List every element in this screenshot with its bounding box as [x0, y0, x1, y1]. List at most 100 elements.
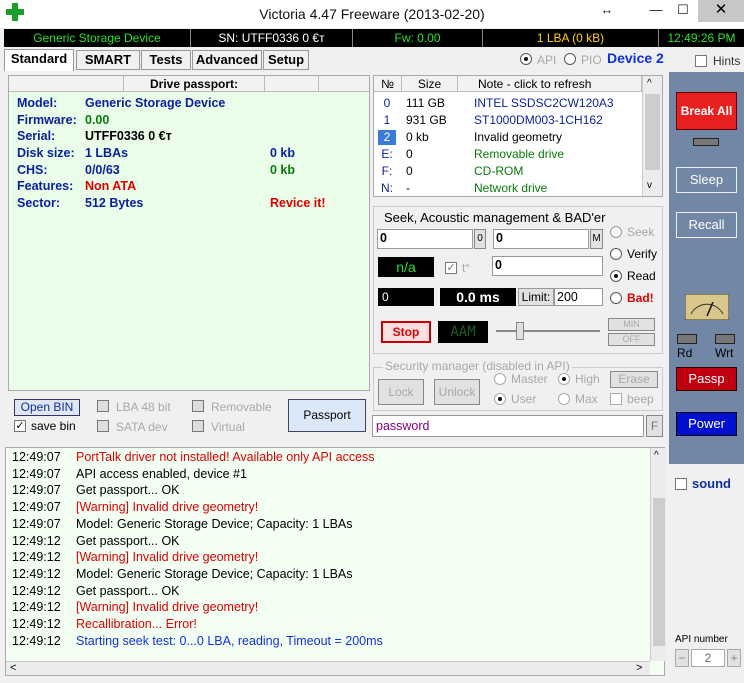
close-button[interactable]: ✕: [698, 0, 744, 22]
drive-row[interactable]: 2 0 kb Invalid geometry: [374, 129, 641, 146]
passp-button[interactable]: Passp: [676, 367, 737, 391]
lba48-checkbox[interactable]: [97, 400, 109, 412]
drive-row[interactable]: F: 0 CD-ROM: [374, 163, 641, 180]
power-button[interactable]: Power: [676, 412, 737, 436]
seek-to-input[interactable]: 0: [493, 229, 589, 249]
user-radio[interactable]: [494, 393, 506, 405]
log-message: [Warning] Invalid drive geometry!: [76, 500, 259, 515]
save-bin-checkbox[interactable]: ✓: [14, 420, 26, 432]
seek-max-button[interactable]: M: [590, 229, 603, 249]
stop-button[interactable]: Stop: [381, 321, 431, 343]
passport-firmware: 0.00: [85, 113, 110, 127]
tab-tests[interactable]: Tests: [141, 50, 191, 70]
scroll-thumb[interactable]: [645, 94, 660, 170]
aam-min-button[interactable]: MIN: [608, 318, 655, 331]
drive-col-size[interactable]: Size: [402, 76, 458, 92]
beep-checkbox[interactable]: [610, 393, 622, 405]
break-all-button[interactable]: Break All: [676, 92, 737, 130]
drive-row[interactable]: N: - Network drive: [374, 180, 641, 197]
drive-size: 111 GB: [406, 96, 445, 110]
tab-standard[interactable]: Standard: [4, 49, 74, 71]
unlock-button[interactable]: Unlock: [434, 379, 480, 405]
seek-from-button[interactable]: 0: [474, 229, 486, 249]
read-radio[interactable]: [610, 270, 622, 282]
hints-checkbox[interactable]: [695, 55, 707, 67]
log-scroll-up-icon[interactable]: ^: [654, 450, 659, 461]
drive-number: 0: [383, 96, 391, 110]
log-vscrollbar[interactable]: ^: [650, 448, 666, 661]
aam-slider-thumb[interactable]: [516, 322, 524, 340]
log-hscrollbar[interactable]: < >: [6, 661, 650, 675]
scroll-up-icon[interactable]: ^: [647, 78, 652, 89]
sata-checkbox[interactable]: [97, 420, 109, 432]
removable-checkbox[interactable]: [192, 400, 204, 412]
drive-col-number[interactable]: №: [374, 76, 402, 92]
master-radio[interactable]: [494, 373, 506, 385]
drive-note: INTEL SSDSC2CW120A3: [474, 96, 614, 110]
password-input[interactable]: password: [372, 415, 644, 437]
maximize-button[interactable]: ☐: [668, 0, 698, 22]
max-radio[interactable]: [558, 393, 570, 405]
drive-list-scrollbar[interactable]: ^ v: [642, 76, 662, 196]
log-scroll-right-icon[interactable]: >: [636, 662, 642, 674]
log-scroll-thumb[interactable]: [653, 498, 665, 646]
restore-arrows-icon[interactable]: ↔: [592, 0, 622, 22]
log-line: 12:49:12 Starting seek test: 0...0 LBA, r…: [12, 634, 383, 648]
tab-setup[interactable]: Setup: [263, 50, 309, 70]
aam-slider-track: [496, 330, 600, 332]
drive-row[interactable]: E: 0 Removable drive: [374, 146, 641, 163]
title-bar: Victoria 4.47 Freeware (2013-02-20) ↔ — …: [0, 0, 744, 28]
drive-number: 2: [378, 130, 396, 145]
tab-smart[interactable]: SMART: [76, 50, 140, 70]
drive-row[interactable]: 0 111 GB INTEL SSDSC2CW120A3: [374, 95, 641, 112]
user-label: User: [511, 392, 537, 406]
drive-size: 0: [406, 147, 413, 161]
limit-label: Limit:: [518, 288, 554, 306]
api-number-value[interactable]: 2: [691, 649, 725, 667]
drive-number: F:: [381, 164, 393, 178]
pio-radio[interactable]: [564, 53, 576, 65]
verify-radio-label: Verify: [627, 247, 658, 261]
bad-radio[interactable]: [610, 292, 622, 304]
api-radio[interactable]: [520, 53, 532, 65]
api-number-minus[interactable]: −: [675, 649, 689, 667]
seek-radio-label: Seek: [627, 225, 655, 239]
drive-row[interactable]: 1 931 GB ST1000DM003-1CH162: [374, 112, 641, 129]
sound-checkbox[interactable]: [675, 478, 687, 490]
minimize-button[interactable]: —: [641, 0, 671, 22]
drive-note: Invalid geometry: [474, 130, 563, 144]
drive-size: 931 GB: [406, 113, 447, 127]
master-label: Master: [511, 372, 548, 386]
open-bin-button[interactable]: Open BIN: [14, 399, 80, 416]
hints-box: Hints: [669, 50, 744, 72]
temperature-checkbox[interactable]: ✓: [445, 262, 457, 274]
recall-button[interactable]: Recall: [676, 212, 737, 238]
tab-advanced[interactable]: Advanced: [192, 50, 262, 70]
log-time: 12:49:07: [12, 450, 61, 464]
passport-sector: 512 Bytes: [85, 196, 144, 210]
log-line: 12:49:12 [Warning] Invalid drive geometry…: [12, 600, 258, 614]
timeout-input[interactable]: 0: [492, 256, 603, 276]
log-scroll-left-icon[interactable]: <: [10, 662, 16, 674]
virtual-checkbox[interactable]: [192, 420, 204, 432]
erase-button[interactable]: Erase: [610, 371, 658, 388]
log-message: Get passport... OK: [76, 483, 180, 498]
drive-col-note[interactable]: Note - click to refresh: [458, 76, 642, 92]
password-f-button[interactable]: F: [646, 415, 663, 437]
log-line: 12:49:12 Get passport... OK: [12, 534, 180, 548]
seek-from-input[interactable]: 0: [377, 229, 473, 249]
api-number-plus[interactable]: +: [727, 649, 741, 667]
passport-label-sector: Sector:: [17, 196, 61, 210]
high-radio[interactable]: [558, 373, 570, 385]
verify-radio[interactable]: [610, 248, 622, 260]
scroll-down-icon[interactable]: v: [647, 180, 652, 191]
lock-button[interactable]: Lock: [378, 379, 424, 405]
sleep-button[interactable]: Sleep: [676, 167, 737, 193]
revise-link[interactable]: Revice it!: [270, 196, 326, 210]
drive-note: CD-ROM: [474, 164, 524, 178]
passport-button[interactable]: Passport: [288, 399, 366, 432]
aam-off-button[interactable]: OFF: [608, 333, 655, 346]
seek-radio[interactable]: [610, 226, 622, 238]
log-line: 12:49:12 Get passport... OK: [12, 584, 180, 598]
limit-input[interactable]: 200: [554, 288, 603, 306]
